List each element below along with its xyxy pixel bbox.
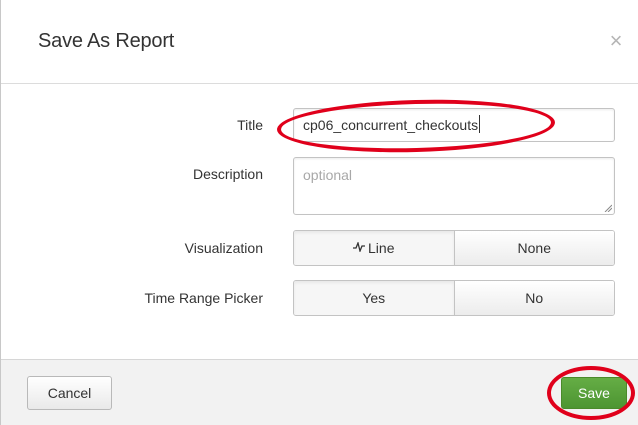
title-label: Title <box>237 117 263 133</box>
save-button[interactable]: Save <box>561 377 627 409</box>
line-chart-icon <box>353 240 366 255</box>
time-range-option-yes-label: Yes <box>362 290 386 306</box>
time-range-option-no-label: No <box>525 290 544 306</box>
description-placeholder: optional <box>303 167 353 183</box>
text-caret <box>479 115 481 133</box>
description-label: Description <box>192 166 263 182</box>
time-range-picker-label: Time Range Picker <box>144 290 263 306</box>
visualization-option-line-label: Line <box>368 240 395 256</box>
description-textarea[interactable]: optional <box>293 157 615 215</box>
title-input[interactable]: cp06_concurrent_checkouts <box>293 108 615 142</box>
time-range-option-yes[interactable]: Yes <box>294 281 454 315</box>
time-range-option-no[interactable]: No <box>453 281 614 315</box>
save-as-report-dialog: Save As Report × Title cp06_concurrent_c… <box>0 0 638 425</box>
visualization-option-none[interactable]: None <box>453 231 614 265</box>
visualization-toggle: Line None <box>293 230 615 266</box>
cancel-button[interactable]: Cancel <box>27 376 112 410</box>
dialog-header: Save As Report × <box>1 0 638 84</box>
resize-handle-icon[interactable] <box>604 204 612 212</box>
title-input-value: cp06_concurrent_checkouts <box>303 117 479 133</box>
time-range-picker-toggle: Yes No <box>293 280 615 316</box>
dialog-title: Save As Report <box>38 30 175 52</box>
close-icon[interactable]: × <box>605 30 627 52</box>
visualization-option-none-label: None <box>517 240 551 256</box>
visualization-label: Visualization <box>184 240 263 256</box>
visualization-option-line[interactable]: Line <box>294 231 454 265</box>
